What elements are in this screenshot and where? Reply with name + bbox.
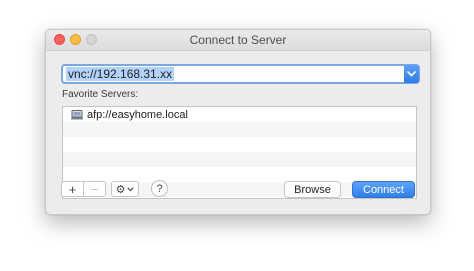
add-favorite-button[interactable]: + [61,181,84,197]
server-address-field[interactable]: vnc://192.168.31.xx [61,64,420,84]
plus-icon: + [68,181,77,197]
list-row [63,122,416,137]
server-icon [71,109,83,119]
chevron-down-icon [127,186,135,191]
list-row [63,152,416,167]
remove-favorite-button[interactable]: − [83,181,106,197]
help-button[interactable]: ? [151,180,168,197]
favorite-server-item[interactable]: afp://easyhome.local [63,107,416,122]
connect-button[interactable]: Connect [352,181,415,198]
server-address-value[interactable]: vnc://192.168.31.xx [66,67,175,81]
gear-icon: ⚙ [115,183,126,196]
list-row [63,167,416,182]
list-row [63,137,416,152]
chevron-down-icon [407,71,416,77]
minus-icon: − [90,181,99,197]
window-title: Connect to Server [189,33,287,47]
connect-to-server-window: Connect to Server vnc://192.168.31.xx Fa… [45,29,431,215]
help-label: ? [156,182,163,195]
title-bar: Connect to Server [46,30,430,51]
favorite-server-label: afp://easyhome.local [87,108,188,121]
action-menu-button[interactable]: ⚙ [111,181,139,197]
recent-servers-dropdown-button[interactable] [404,65,419,83]
favorite-servers-label: Favorite Servers: [62,89,139,100]
browse-button[interactable]: Browse [284,181,341,198]
